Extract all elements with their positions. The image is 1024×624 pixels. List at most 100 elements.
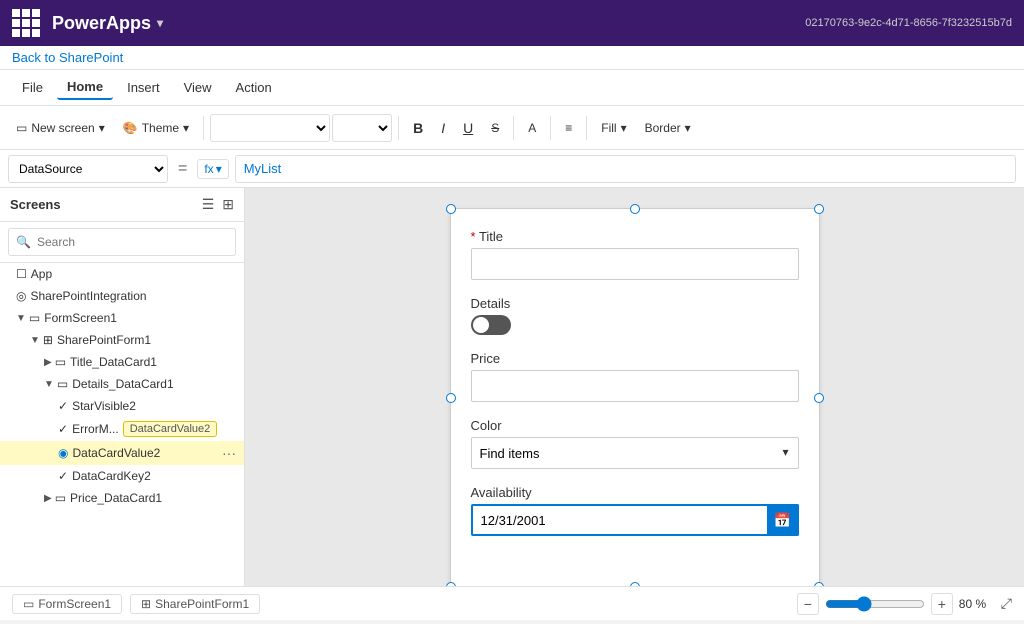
search-input[interactable] — [8, 228, 236, 256]
toolbar-divider-2 — [398, 116, 399, 140]
handle-top-right[interactable] — [814, 204, 824, 214]
zoom-controls: − + 80 % ⤢ — [797, 593, 1012, 615]
waffle-icon[interactable] — [12, 9, 40, 37]
calendar-icon[interactable]: 📅 — [767, 504, 799, 536]
fx-chevron-icon: ▾ — [216, 162, 222, 176]
text-color-button[interactable]: A — [520, 117, 544, 139]
zoom-in-button[interactable]: + — [931, 593, 953, 615]
zoom-out-button[interactable]: − — [797, 593, 819, 615]
card-icon-price: ▭ — [55, 491, 66, 505]
price-datacard1-expand-icon: ▶ — [44, 493, 52, 504]
align-button[interactable]: ≡ — [557, 117, 580, 139]
form-input-price[interactable] — [471, 370, 799, 402]
theme-chevron-icon: ▾ — [183, 121, 189, 135]
handle-top-mid[interactable] — [630, 204, 640, 214]
control-icon-datacardvalue: ◉ — [58, 446, 68, 460]
handle-bot-mid[interactable] — [630, 582, 640, 586]
formula-input[interactable] — [235, 155, 1016, 183]
color-select[interactable]: Find items — [471, 437, 799, 469]
screen-node-icon: ▭ — [29, 311, 40, 325]
handle-bot-left[interactable] — [446, 582, 456, 586]
required-marker-title: * — [471, 229, 476, 244]
sidebar-header-icons: ☰ ⊞ — [202, 196, 234, 213]
tree-item-sharepointform1[interactable]: ▼ ⊞ SharePointForm1 — [0, 329, 244, 351]
details-datacard1-expand-icon: ▼ — [44, 379, 54, 390]
availability-date-input[interactable] — [471, 504, 799, 536]
three-dot-menu-icon[interactable]: ··· — [222, 445, 236, 461]
bold-button[interactable]: B — [405, 116, 431, 140]
toolbar-divider-3 — [513, 116, 514, 140]
details-toggle[interactable] — [471, 315, 511, 335]
tree-item-starvisible2[interactable]: ✓ StarVisible2 — [0, 395, 244, 417]
strikethrough-button[interactable]: S — [483, 117, 507, 139]
app-id: 02170763-9e2c-4d71-8656-7f3232515b7d — [805, 17, 1012, 29]
back-to-sharepoint-link[interactable]: Back to SharePoint — [12, 50, 123, 65]
form-label-details: Details — [471, 296, 799, 311]
menu-action[interactable]: Action — [226, 76, 282, 99]
grid-view-icon[interactable]: ⊞ — [222, 196, 234, 213]
fill-button[interactable]: Fill ▾ — [593, 117, 634, 139]
app-icon: ☐ — [16, 267, 27, 281]
main-area: Screens ☰ ⊞ 🔍 ☐ App ◎ SharePointIntegrat… — [0, 188, 1024, 586]
tree-item-title-datacard1[interactable]: ▶ ▭ Title_DataCard1 — [0, 351, 244, 373]
sp-icon: ◎ — [16, 289, 26, 303]
formula-bar: DataSource = fx ▾ — [0, 150, 1024, 188]
toggle-knob — [473, 317, 489, 333]
tree-item-price-datacard1[interactable]: ▶ ▭ Price_DataCard1 — [0, 487, 244, 509]
form-field-price: Price — [471, 351, 799, 402]
list-view-icon[interactable]: ☰ — [202, 196, 215, 213]
card-icon-title: ▭ — [55, 355, 66, 369]
font-size-dropdown[interactable] — [332, 114, 392, 142]
form-label-price: Price — [471, 351, 799, 366]
form-label-color: Color — [471, 418, 799, 433]
app-dropdown-icon[interactable]: ▾ — [157, 16, 163, 30]
toolbar-divider-5 — [586, 116, 587, 140]
new-screen-chevron-icon: ▾ — [99, 121, 105, 135]
new-screen-button[interactable]: ▭ New screen ▾ — [8, 117, 113, 139]
tree-item-datacardkey2[interactable]: ✓ DataCardKey2 — [0, 465, 244, 487]
screen-tab-icon: ▭ — [23, 597, 34, 611]
form-field-availability: Availability 📅 — [471, 485, 799, 536]
formula-fx-button[interactable]: fx ▾ — [197, 159, 228, 179]
underline-button[interactable]: U — [455, 116, 481, 140]
border-button[interactable]: Border ▾ — [637, 117, 699, 139]
form-label-availability: Availability — [471, 485, 799, 500]
form-node-icon: ⊞ — [43, 333, 53, 347]
card-icon-details: ▭ — [57, 377, 68, 391]
theme-button[interactable]: 🎨 Theme ▾ — [115, 117, 197, 139]
tree-item-details-datacard1[interactable]: ▼ ▭ Details_DataCard1 — [0, 373, 244, 395]
form-input-title[interactable] — [471, 248, 799, 280]
status-tab-sharepointform1[interactable]: ⊞ SharePointForm1 — [130, 594, 260, 614]
font-dropdown[interactable] — [210, 114, 330, 142]
tree-item-datacardvalue2[interactable]: ◉ DataCardValue2 ··· — [0, 441, 244, 465]
formula-property-dropdown[interactable]: DataSource — [8, 155, 168, 183]
title-datacard1-expand-icon: ▶ — [44, 357, 52, 368]
menu-file[interactable]: File — [12, 76, 53, 99]
fit-to-screen-icon[interactable]: ⤢ — [1001, 595, 1012, 612]
tree-item-errormessage2[interactable]: ✓ ErrorM... DataCardValue2 — [0, 417, 244, 441]
menu-view[interactable]: View — [174, 76, 222, 99]
toolbar: ▭ New screen ▾ 🎨 Theme ▾ B I U S A ≡ Fil… — [0, 106, 1024, 150]
availability-date-wrapper: 📅 — [471, 504, 799, 536]
sidebar-search-area: 🔍 — [0, 222, 244, 263]
form-field-color: Color Find items ▾ — [471, 418, 799, 469]
theme-icon: 🎨 — [123, 121, 138, 135]
menu-home[interactable]: Home — [57, 75, 113, 100]
tree-item-app[interactable]: ☐ App — [0, 263, 244, 285]
sidebar: Screens ☰ ⊞ 🔍 ☐ App ◎ SharePointIntegrat… — [0, 188, 245, 586]
tree-area: ☐ App ◎ SharePointIntegration ▼ ▭ FormSc… — [0, 263, 244, 586]
zoom-slider[interactable] — [825, 596, 925, 612]
italic-button[interactable]: I — [433, 116, 453, 140]
tree-item-sharepointintegration[interactable]: ◎ SharePointIntegration — [0, 285, 244, 307]
handle-bot-right[interactable] — [814, 582, 824, 586]
status-tab-formscreen1[interactable]: ▭ FormScreen1 — [12, 594, 122, 614]
toolbar-divider-4 — [550, 116, 551, 140]
handle-top-left[interactable] — [446, 204, 456, 214]
control-icon-error: ✓ — [58, 422, 68, 436]
tree-item-formscreen1[interactable]: ▼ ▭ FormScreen1 — [0, 307, 244, 329]
menu-insert[interactable]: Insert — [117, 76, 170, 99]
handle-mid-right[interactable] — [814, 393, 824, 403]
sharepointform1-expand-icon: ▼ — [30, 335, 40, 346]
handle-mid-left[interactable] — [446, 393, 456, 403]
title-bar: PowerApps ▾ 02170763-9e2c-4d71-8656-7f32… — [0, 0, 1024, 46]
